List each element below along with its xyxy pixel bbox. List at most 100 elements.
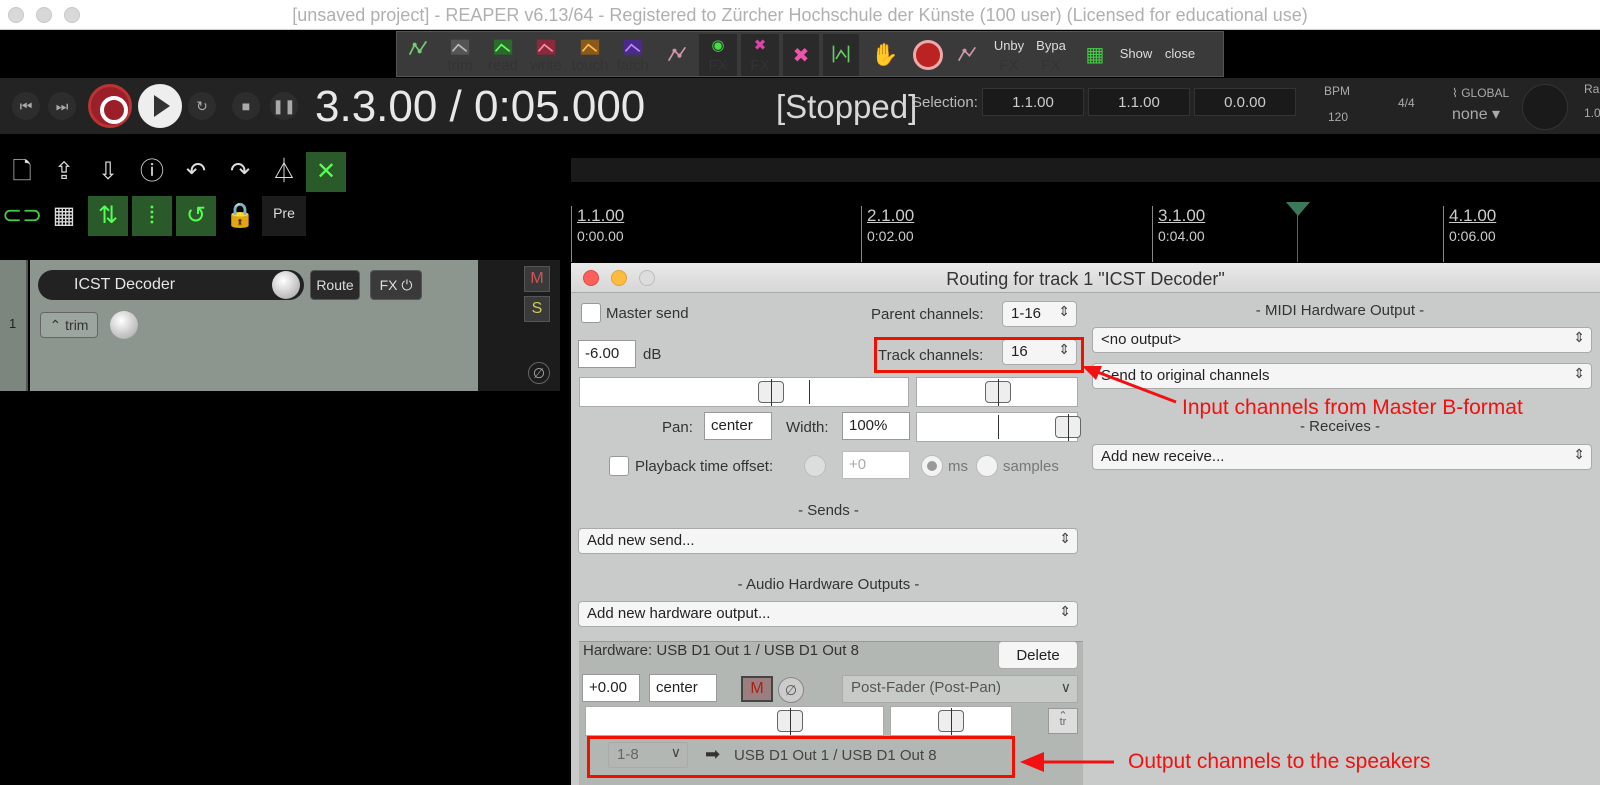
track-number-panel[interactable]: 1 [0, 260, 28, 391]
hw-pan-slider[interactable] [890, 706, 1012, 736]
grid-button[interactable]: ▦ [44, 196, 84, 236]
add-hardware-output-select[interactable]: Add new hardware output... ⇕ [578, 601, 1078, 627]
ms-radio[interactable] [921, 455, 943, 477]
volume-field[interactable]: -6.00 [578, 340, 636, 368]
pan-slider-thumb[interactable] [985, 379, 1011, 406]
hw-volume-field[interactable]: +0.00 [582, 674, 640, 702]
stop-button[interactable]: ■ [232, 92, 260, 120]
samples-radio[interactable] [976, 455, 998, 477]
crossfade-button[interactable]: ✕ [306, 152, 346, 192]
output-annotation-arrow [1020, 752, 1114, 772]
record-button[interactable] [88, 84, 132, 128]
playback-offset-field[interactable]: +0 [842, 451, 910, 479]
parent-channels-select[interactable]: 1-16 ⇕ [1002, 301, 1077, 327]
download-icon: ⇩ [97, 158, 119, 185]
hw-volume-slider-thumb[interactable] [777, 708, 803, 735]
playhead-marker[interactable] [1286, 202, 1310, 216]
solo-button[interactable]: S [524, 296, 550, 322]
updown-icon: ⇕ [1059, 603, 1071, 619]
fx-remove-button[interactable]: ✖ FX [741, 34, 779, 76]
redo-button[interactable]: ↷ [220, 152, 260, 192]
midi-output-select[interactable]: <no output> ⇕ [1092, 327, 1592, 353]
show-button[interactable]: Show [1115, 34, 1157, 76]
write-mode-button[interactable]: write [525, 34, 567, 76]
delete-hardware-output-button[interactable]: Delete [998, 641, 1078, 669]
add-send-select[interactable]: Add new send... ⇕ [578, 528, 1078, 554]
new-project-button[interactable]: 🗋 [2, 152, 42, 192]
playback-offset-checkbox[interactable] [609, 456, 629, 476]
route-button[interactable]: Route [310, 270, 360, 300]
delete-points-button[interactable]: ✖ [783, 34, 819, 76]
hw-phase-button[interactable]: ∅ [778, 677, 804, 703]
play-button[interactable] [138, 84, 182, 128]
pan-slider[interactable] [916, 377, 1078, 407]
trim-mode-button[interactable]: trim [441, 34, 479, 76]
grid-menu-button[interactable]: ▦ [1077, 34, 1113, 76]
envelope-bracket-button[interactable] [823, 34, 859, 76]
selection-end[interactable]: 1.1.00 [1088, 88, 1190, 116]
rate-knob[interactable] [1522, 84, 1568, 130]
pan-field[interactable]: center [704, 412, 772, 440]
global-automation-dropdown[interactable]: none ▾ [1452, 104, 1500, 124]
phase-invert-button[interactable]: ∅ [528, 362, 550, 384]
touch-hand-button[interactable]: ✋ [867, 34, 903, 76]
time-position[interactable]: 3.3.00 / 0:05.000 [315, 82, 645, 132]
master-send-label: Master send [606, 305, 689, 322]
go-to-end-button[interactable]: ⏭ [48, 92, 76, 120]
fx-show-button[interactable]: ◉ FX [699, 34, 737, 76]
link-button[interactable]: ⊂⊃ [2, 196, 42, 236]
snap-grid-button[interactable]: ⦙ [132, 196, 172, 236]
pan-label: Pan: [662, 419, 693, 436]
envelope-edit-button[interactable] [949, 34, 985, 76]
master-send-checkbox[interactable] [581, 303, 601, 323]
undo-button[interactable]: ↶ [176, 152, 216, 192]
loop-points-button[interactable]: ↺ [176, 196, 216, 236]
timeline-scrollbar[interactable] [571, 158, 1600, 182]
volume-knob[interactable] [272, 271, 300, 299]
selection-start[interactable]: 1.1.00 [982, 88, 1084, 116]
pause-button[interactable]: ❚❚ [270, 92, 298, 120]
fx-button[interactable]: FX ⏻ [370, 270, 422, 300]
trim-envelope-button[interactable]: ⌃ trim [40, 312, 98, 338]
record-arm-button[interactable] [909, 34, 945, 76]
pre-button[interactable]: Pre [262, 196, 306, 236]
offset-knob[interactable] [804, 455, 826, 477]
ripple-button[interactable]: ⇅ [88, 196, 128, 236]
repeat-button[interactable]: ↻ [188, 92, 216, 120]
mute-button[interactable]: M [524, 266, 550, 292]
go-to-start-button[interactable]: ⏮ [12, 92, 40, 120]
unbypass-fx-button[interactable]: Unby FX [989, 34, 1029, 76]
save-project-button[interactable]: ⇩ [88, 152, 128, 192]
hw-mute-button[interactable]: M [741, 676, 773, 702]
hw-pan-slider-thumb[interactable] [938, 708, 964, 735]
rate-value[interactable]: 1.0 [1584, 106, 1600, 120]
bypass-fx-button[interactable]: Bypa FX [1031, 34, 1071, 76]
tr-button[interactable]: ⌃ tr [1048, 708, 1078, 734]
width-slider[interactable] [916, 412, 1081, 442]
selection-length[interactable]: 0.0.00 [1194, 88, 1296, 116]
bpm-value[interactable]: 120 [1328, 110, 1348, 124]
lock-button[interactable]: 🔒 [220, 196, 260, 236]
volume-slider-thumb[interactable] [758, 379, 784, 406]
volume-slider[interactable] [579, 377, 909, 407]
add-receive-select[interactable]: Add new receive... ⇕ [1092, 444, 1592, 470]
envelope-nodes-button[interactable] [399, 34, 437, 76]
close-button[interactable]: close [1159, 34, 1201, 76]
playback-offset-label: Playback time offset: [635, 458, 774, 475]
metronome-icon: ⏃ [272, 158, 296, 185]
pan-knob[interactable] [110, 311, 138, 339]
project-info-button[interactable]: ⓘ [132, 152, 172, 192]
time-signature[interactable]: 4/4 [1398, 96, 1415, 110]
hw-volume-slider[interactable] [585, 706, 884, 736]
width-field[interactable]: 100% [842, 412, 910, 440]
touch-mode-button[interactable]: touch [569, 34, 611, 76]
track-name[interactable]: ICST Decoder [38, 270, 304, 300]
width-slider-thumb[interactable] [1055, 414, 1081, 441]
metronome-button[interactable]: ⏃ [264, 152, 304, 192]
open-project-button[interactable]: ⇪ [44, 152, 84, 192]
read-mode-button[interactable]: read [483, 34, 523, 76]
hw-pan-field[interactable]: center [649, 674, 717, 702]
latch-mode-button[interactable]: latch [613, 34, 653, 76]
envelope-points-button[interactable] [659, 34, 695, 76]
hw-send-mode-select[interactable]: Post-Fader (Post-Pan) ∨ [842, 675, 1078, 703]
